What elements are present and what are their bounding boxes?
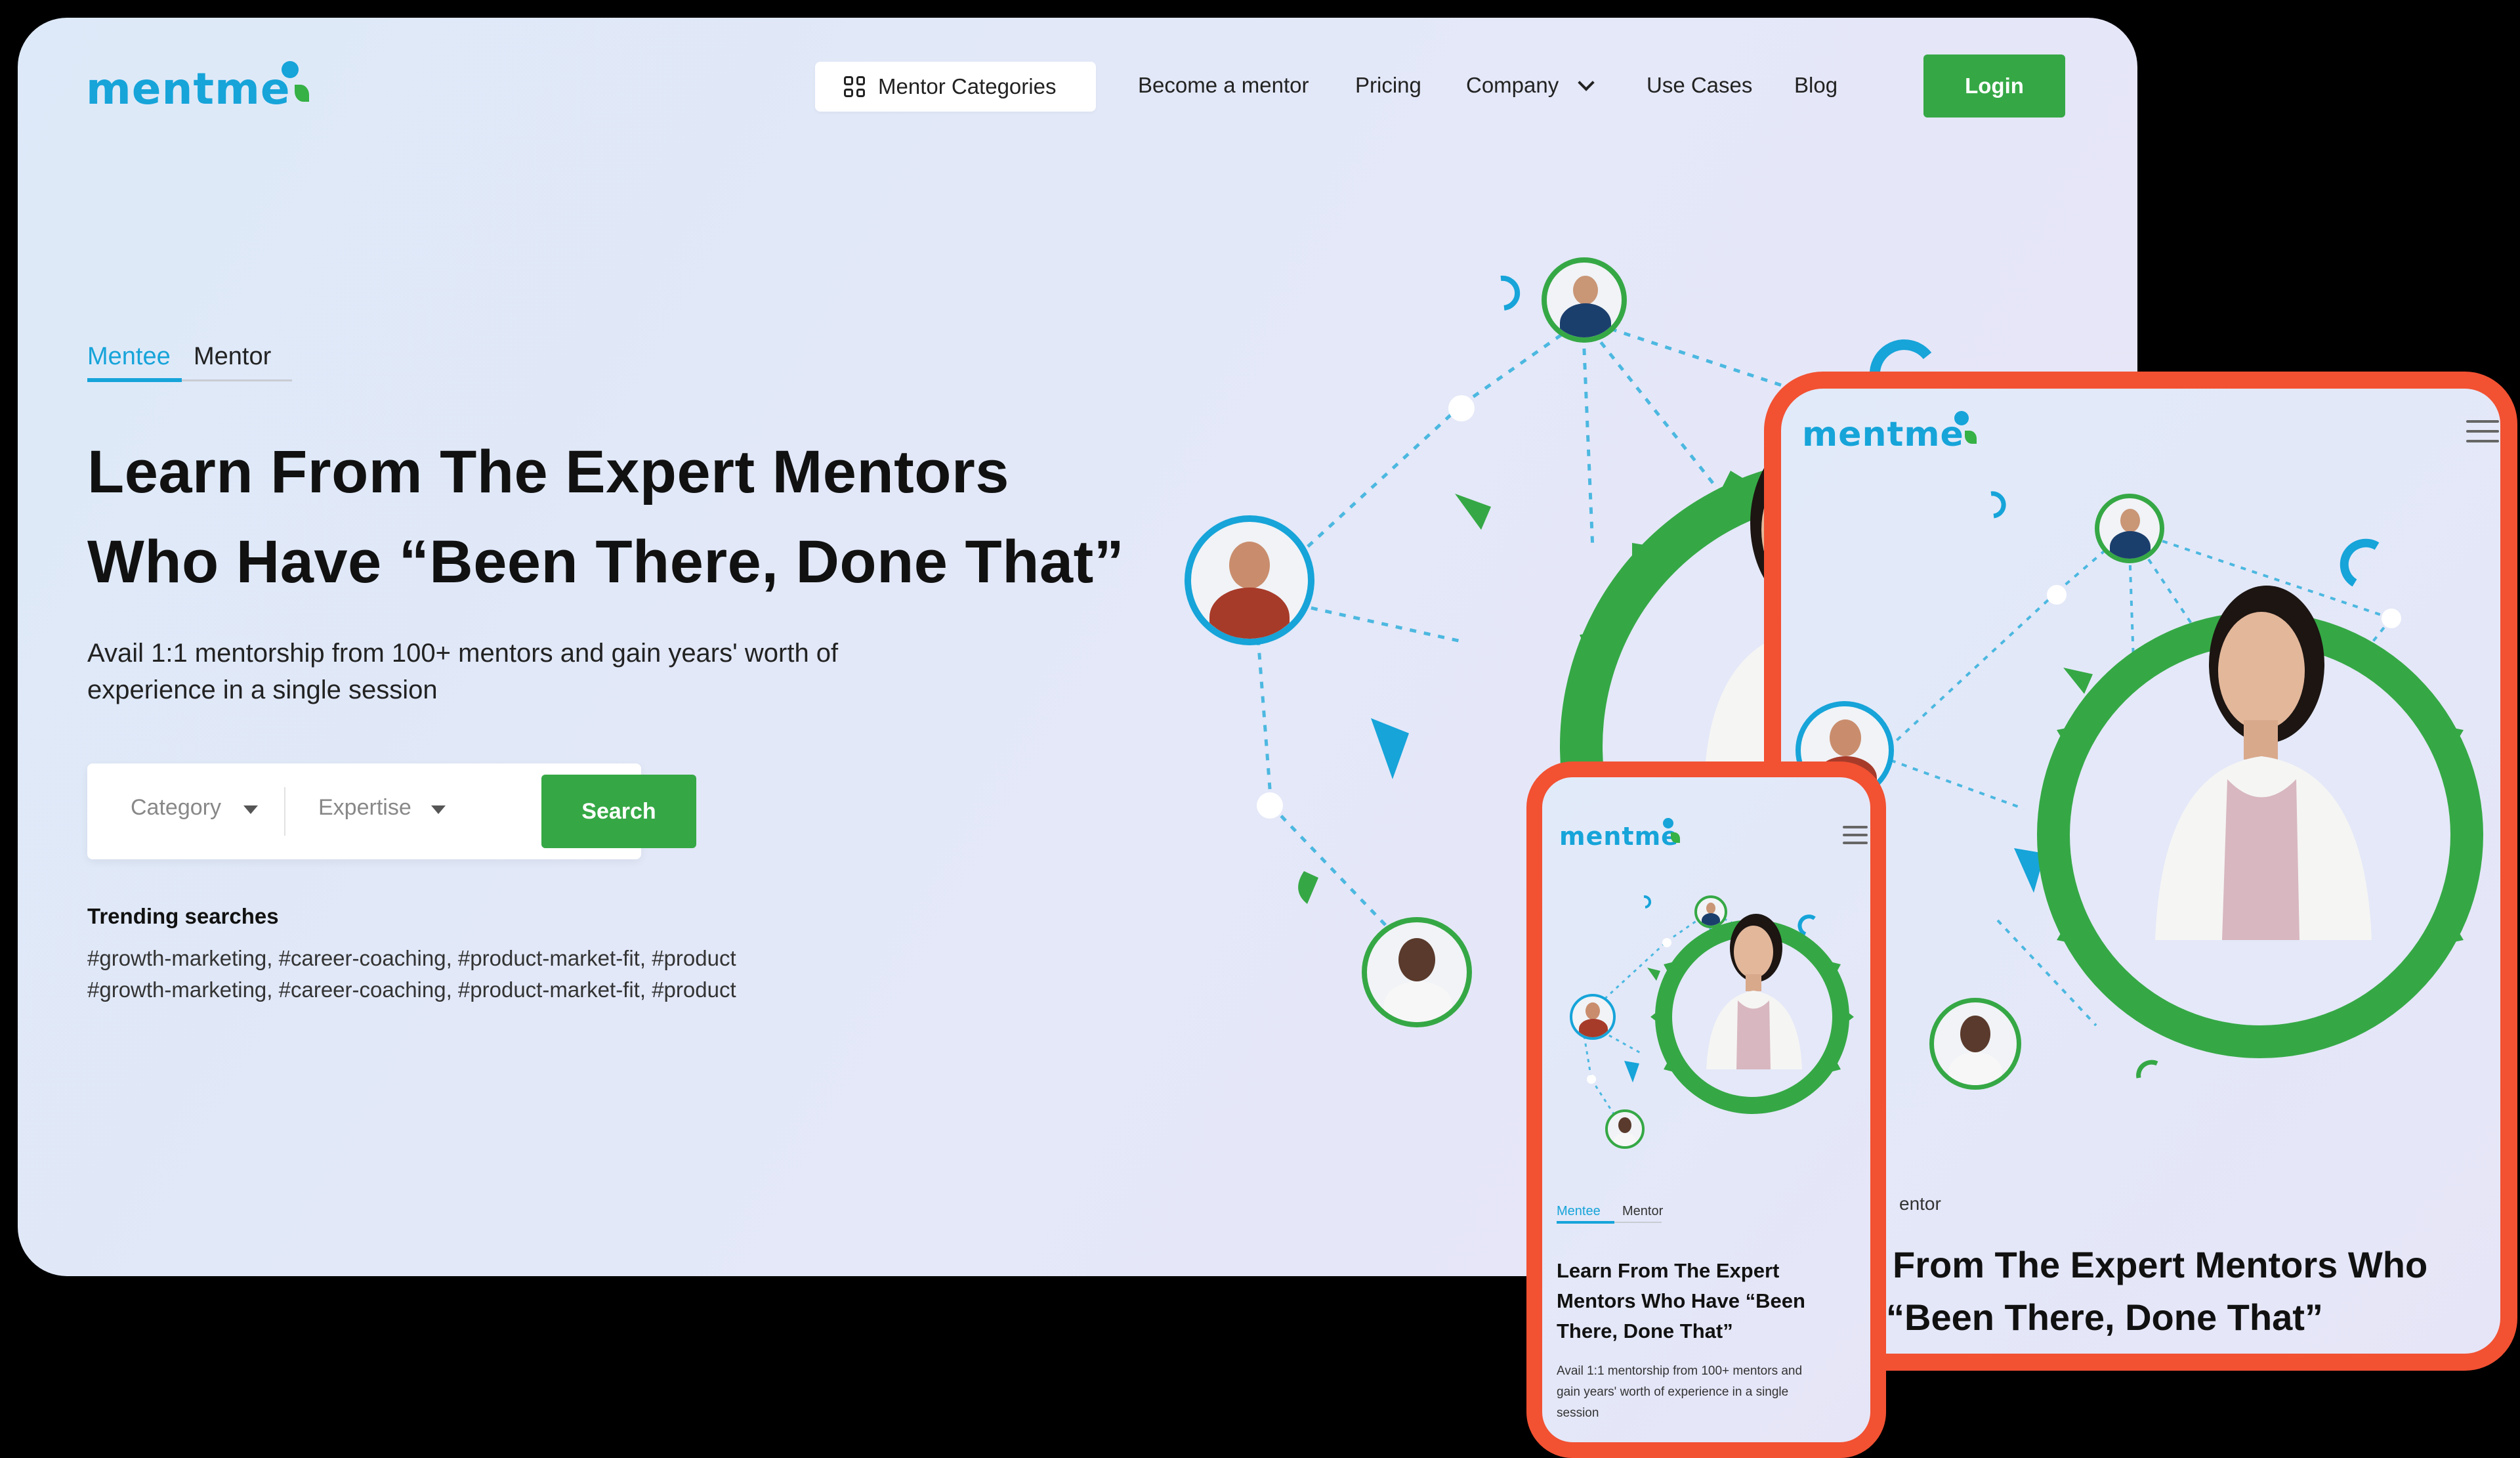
hero-title-line-2: “Been There, Done That”: [1886, 1297, 2323, 1338]
brand-logo: mentme: [1559, 818, 1680, 851]
hero-title-line-1: Learn From The Expert: [1557, 1259, 1780, 1282]
mentor-avatar-large[interactable]: [1185, 515, 1314, 645]
trending-title: Trending searches: [87, 904, 279, 928]
login-button[interactable]: Login: [1923, 54, 2065, 118]
tab-active-indicator: [1557, 1221, 1614, 1224]
hamburger-menu-icon[interactable]: [2466, 420, 2499, 442]
mentor-avatar-top[interactable]: [2095, 494, 2164, 563]
logo-leaf-icon: [1965, 431, 1977, 444]
hero-title-line-1: From The Expert Mentors Who: [1893, 1244, 2428, 1285]
hero-title-line-3: There, Done That”: [1557, 1319, 1733, 1342]
brand-logo[interactable]: mentme: [86, 61, 309, 114]
caret-down-icon[interactable]: [243, 805, 258, 814]
search-divider: [284, 787, 285, 836]
nav-pricing[interactable]: Pricing: [1355, 73, 1421, 98]
logo-leaf-icon: [295, 85, 309, 102]
tab-mentor[interactable]: entor: [1899, 1193, 1941, 1214]
logo-leaf-icon: [1671, 832, 1680, 843]
hamburger-menu-icon[interactable]: [1843, 826, 1868, 844]
search-bar: Category Expertise Search: [87, 763, 696, 859]
brand-logo-text: mentme: [1559, 822, 1679, 851]
expertise-select[interactable]: Expertise: [318, 795, 411, 821]
hero-subtitle-line-3: session: [1557, 1406, 1599, 1420]
brand-logo-text: mentme: [86, 64, 291, 114]
hero-subtitle-line-1: Avail 1:1 mentorship from 100+ mentors a…: [87, 639, 839, 668]
logo-dot-icon: [282, 61, 299, 78]
logo-dot-icon: [1954, 411, 1969, 425]
hero-title-line-2: Who Have “Been There, Done That”: [87, 528, 1125, 595]
hero-title-line-1: Learn From The Expert Mentors: [87, 439, 1009, 505]
brand-logo-text: mentme: [1802, 415, 1964, 454]
chevron-down-icon[interactable]: [1578, 74, 1595, 91]
hero-subtitle-line-2: experience in a single session: [87, 675, 438, 704]
tab-mentee[interactable]: Mentee: [87, 343, 171, 371]
trending-tags-line-1[interactable]: #growth-marketing, #career-coaching, #pr…: [87, 946, 736, 971]
nav-blog[interactable]: Blog: [1794, 73, 1838, 98]
mentor-avatar-left[interactable]: [1570, 994, 1616, 1040]
mentor-avatar-bottom[interactable]: [1362, 917, 1472, 1027]
mentor-avatar-top[interactable]: [1694, 895, 1727, 928]
hero-subtitle-line-1: Avail 1:1 mentorship from 100+ mentors a…: [1557, 1364, 1803, 1378]
mentor-categories-label: Mentor Categories: [878, 74, 1057, 98]
mentor-avatar-top[interactable]: [1542, 257, 1627, 343]
logo-dot-icon: [1663, 818, 1673, 828]
nav-company[interactable]: Company: [1466, 73, 1559, 98]
search-button[interactable]: Search: [541, 775, 696, 848]
brand-logo: mentme: [1802, 411, 1977, 454]
tab-mentee[interactable]: Mentee: [1557, 1204, 1601, 1219]
category-select[interactable]: Category: [131, 795, 221, 821]
hero-title-line-2: Mentors Who Have “Been: [1557, 1289, 1805, 1312]
grid-icon: [844, 76, 865, 97]
mentor-avatar-bottom[interactable]: [1605, 1109, 1645, 1149]
tab-mentor[interactable]: Mentor: [194, 343, 271, 371]
mentor-categories-button[interactable]: Mentor Categories: [815, 62, 1096, 112]
nav-become-mentor[interactable]: Become a mentor: [1138, 73, 1309, 98]
mentor-avatar-bottom[interactable]: [1929, 998, 2021, 1090]
trending-tags-line-2[interactable]: #growth-marketing, #career-coaching, #pr…: [87, 977, 736, 1002]
tab-active-indicator: [87, 378, 182, 382]
hero-subtitle-line-2: gain years' worth of experience in a sin…: [1557, 1385, 1789, 1399]
nav-use-cases[interactable]: Use Cases: [1647, 73, 1752, 98]
caret-down-icon[interactable]: [431, 805, 446, 814]
tab-mentor[interactable]: Mentor: [1622, 1204, 1663, 1219]
network-illustration: [1878, 491, 2483, 1079]
phone-preview: mentme Mentee Mentor Learn From The Expe…: [1526, 761, 1886, 1458]
